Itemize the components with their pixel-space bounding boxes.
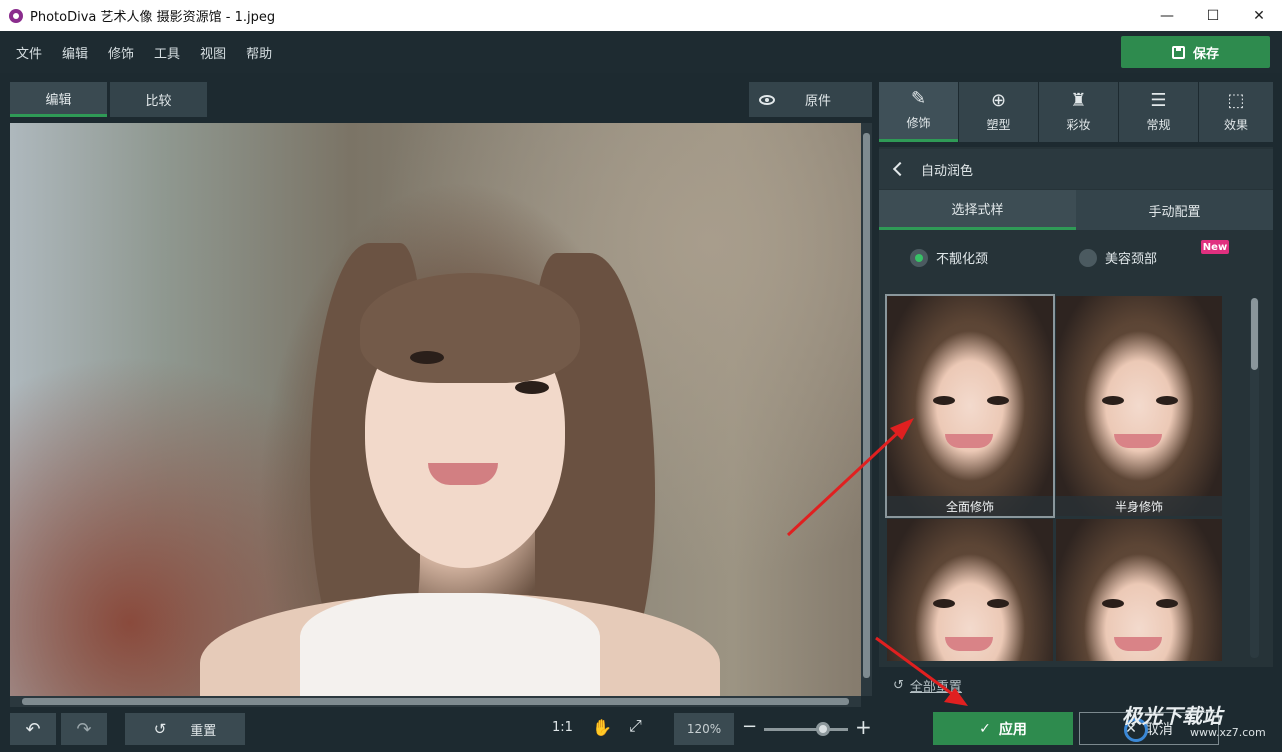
tab-makeup-label: 彩妆 xyxy=(1066,117,1091,132)
thumb-mouth xyxy=(1114,637,1162,651)
tab-edit[interactable]: 编辑 xyxy=(10,82,107,117)
reset-button[interactable]: ↺ 重置 xyxy=(125,713,245,745)
tab-makeup[interactable]: ♜ 彩妆 xyxy=(1039,82,1118,142)
tab-compare[interactable]: 比较 xyxy=(110,82,207,117)
eye-icon xyxy=(759,94,775,105)
panel-title: 自动润色 xyxy=(921,163,974,179)
tab-manual-config[interactable]: 手动配置 xyxy=(1076,190,1273,230)
back-icon[interactable] xyxy=(892,161,908,177)
radio-beauty-neck[interactable]: 美容颈部 xyxy=(1079,248,1157,267)
preset-full-retouch[interactable]: 全面修饰 xyxy=(885,294,1055,518)
preset-thumbnail[interactable] xyxy=(887,519,1053,661)
photo-mouth xyxy=(428,463,498,485)
zoom-slider-track[interactable] xyxy=(764,728,848,731)
photo-eye-right xyxy=(515,381,549,394)
canvas-vertical-scrollbar[interactable] xyxy=(861,123,872,696)
redo-icon: ↷ xyxy=(76,718,92,740)
title-bar: PhotoDiva 艺术人像 摄影资源馆 - 1.jpeg — ☐ ✕ xyxy=(0,0,1282,31)
zoom-slider-handle[interactable] xyxy=(816,722,830,736)
radio-beauty-neck-label: 美容颈部 xyxy=(1105,252,1158,267)
canvas-horizontal-scrollbar[interactable] xyxy=(10,696,861,707)
thumb-mouth xyxy=(945,637,993,651)
watermark-url: www.xz7.com xyxy=(1190,726,1266,739)
zoom-out-button[interactable]: − xyxy=(742,716,757,737)
effects-icon: ⬚ xyxy=(1227,89,1245,111)
new-badge: New xyxy=(1201,240,1229,254)
brush-icon: ✎ xyxy=(910,88,927,109)
redo-button[interactable]: ↷ xyxy=(61,713,107,745)
tab-general[interactable]: ☰ 常规 xyxy=(1119,82,1198,142)
menu-help[interactable]: 帮助 xyxy=(246,43,272,62)
thumb-eye xyxy=(1102,396,1124,405)
reset-label: 重置 xyxy=(190,723,217,739)
makeup-icon: ♜ xyxy=(1070,89,1087,111)
save-icon xyxy=(1171,45,1185,59)
thumb-eye xyxy=(1102,599,1124,608)
radio-no-neck-label: 不靓化颈 xyxy=(936,252,989,267)
preset-half-retouch[interactable]: 半身修饰 xyxy=(1056,296,1222,516)
thumb-mouth xyxy=(945,434,993,448)
sliders-icon: ☰ xyxy=(1150,89,1167,111)
save-button[interactable]: 保存 xyxy=(1121,36,1270,68)
check-icon: ✓ xyxy=(979,720,991,737)
menu-edit[interactable]: 编辑 xyxy=(62,43,88,62)
tab-reshape[interactable]: ⊕ 塑型 xyxy=(959,82,1038,142)
menu-retouch[interactable]: 修饰 xyxy=(108,43,134,62)
tab-general-label: 常规 xyxy=(1146,117,1171,132)
hand-tool-icon[interactable]: ✋ xyxy=(592,718,612,737)
undo-button[interactable]: ↶ xyxy=(10,713,56,745)
preset-thumbnail[interactable] xyxy=(1056,519,1222,661)
app-logo-icon xyxy=(9,8,23,23)
menu-tools[interactable]: 工具 xyxy=(154,43,180,62)
reset-all-label: 全部重置 xyxy=(909,680,962,695)
tab-effects-label: 效果 xyxy=(1223,117,1248,132)
preset-label: 半身修饰 xyxy=(1056,496,1222,516)
tab-select-style[interactable]: 选择式样 xyxy=(879,190,1076,230)
thumb-eye xyxy=(933,599,955,608)
reset-all-link[interactable]: ↺ 全部重置 xyxy=(893,676,962,695)
photo-bangs xyxy=(360,273,580,383)
window-title: PhotoDiva 艺术人像 摄影资源馆 - 1.jpeg xyxy=(30,10,276,25)
zoom-level[interactable]: 120% xyxy=(674,713,734,745)
presets-scrollbar[interactable] xyxy=(1250,298,1259,658)
original-label: 原件 xyxy=(805,94,832,109)
original-button[interactable]: 原件 xyxy=(749,82,872,117)
tab-effects[interactable]: ⬚ 效果 xyxy=(1199,82,1273,142)
reset-icon: ↺ xyxy=(153,720,167,738)
photo-canvas[interactable] xyxy=(10,123,861,696)
thumb-mouth xyxy=(1114,434,1162,448)
apply-button[interactable]: ✓ 应用 xyxy=(933,712,1073,745)
thumb-eye xyxy=(933,396,955,405)
radio-button[interactable] xyxy=(910,248,928,267)
thumb-eye xyxy=(987,396,1009,405)
thumb-eye xyxy=(1156,599,1178,608)
preset-label: 全面修饰 xyxy=(887,496,1053,516)
menu-bar: 文件 编辑 修饰 工具 视图 帮助 保存 xyxy=(0,31,1282,73)
apply-label: 应用 xyxy=(998,721,1027,738)
shape-icon: ⊕ xyxy=(990,89,1007,111)
close-button[interactable]: ✕ xyxy=(1236,0,1282,31)
tab-retouch[interactable]: ✎ 修饰 xyxy=(879,82,958,142)
maximize-button[interactable]: ☐ xyxy=(1190,0,1236,31)
save-label: 保存 xyxy=(1192,46,1219,62)
thumb-eye xyxy=(987,599,1009,608)
thumb-eye xyxy=(1156,396,1178,405)
reset-all-icon: ↺ xyxy=(893,678,904,693)
photo-eye-left xyxy=(410,351,444,364)
actual-size-button[interactable]: 1:1 xyxy=(552,720,573,735)
zoom-in-button[interactable]: + xyxy=(855,715,872,739)
tab-retouch-label: 修饰 xyxy=(906,116,931,130)
menu-file[interactable]: 文件 xyxy=(16,43,42,62)
radio-button[interactable] xyxy=(1079,248,1097,267)
watermark-text: 极光下载站 xyxy=(1122,704,1222,728)
panel-header[interactable]: 自动润色 xyxy=(879,149,1273,189)
fit-screen-icon[interactable]: ⤢ xyxy=(629,716,642,736)
minimize-button[interactable]: — xyxy=(1144,0,1190,31)
photo-top xyxy=(300,593,600,696)
undo-icon: ↶ xyxy=(25,718,41,740)
tab-reshape-label: 塑型 xyxy=(986,117,1011,132)
menu-view[interactable]: 视图 xyxy=(200,43,226,62)
radio-no-neck[interactable]: 不靓化颈 xyxy=(910,248,988,267)
